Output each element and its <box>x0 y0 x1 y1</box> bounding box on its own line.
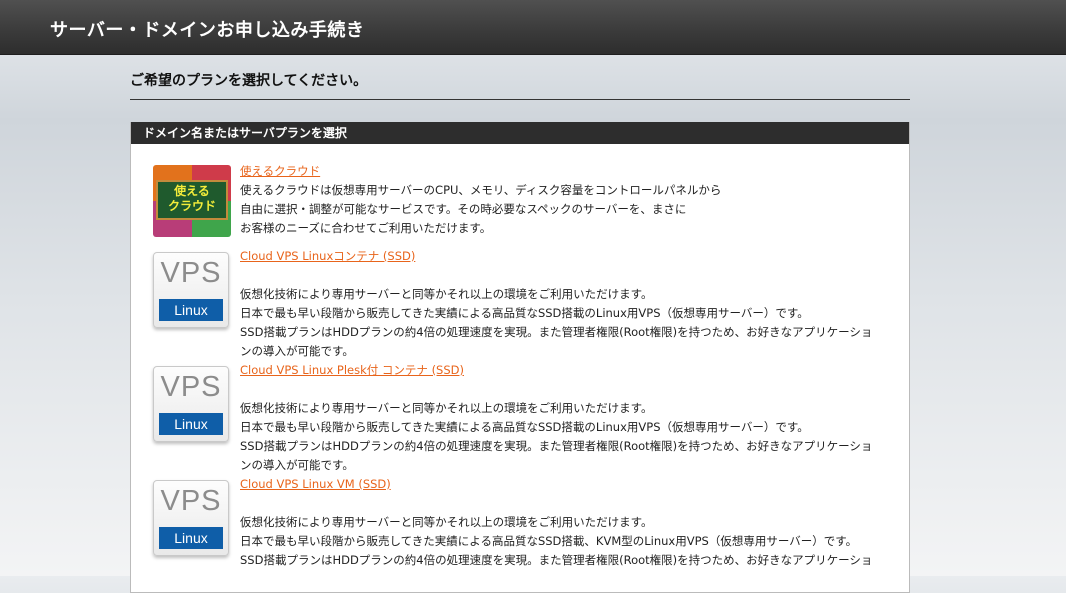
main-content: ご希望のプランを選択してください。 ドメイン名またはサーバプランを選択 使える … <box>130 54 910 593</box>
tsukaeru-cloud-logo-icon[interactable]: 使える クラウド <box>153 165 231 237</box>
plan-item-vps-linux-container: VPS Linux Cloud VPS Linuxコンテナ (SSD) 仮想化技… <box>131 247 909 361</box>
plan-description-line: 自由に選択・調整が可能なサービスです。その時必要なスペックのサーバーを、まさに <box>240 202 687 216</box>
plan-link-vps-linux-plesk[interactable]: Cloud VPS Linux Plesk付 コンテナ (SSD) <box>240 363 464 377</box>
plan-description-line: SSD搭載プランはHDDプランの約4倍の処理速度を実現。また管理者権限(Root… <box>240 325 873 339</box>
vps-linux-icon[interactable]: VPS Linux <box>153 366 229 442</box>
plan-description-line: 日本で最も早い段階から販売してきた実績による高品質なSSD搭載、KVM型のLin… <box>240 534 858 548</box>
plan-description-line: 仮想化技術により専用サーバーと同等かそれ以上の環境をご利用いただけます。 <box>240 287 653 301</box>
plan-description-line: 日本で最も早い段階から販売してきた実績による高品質なSSD搭載のLinux用VP… <box>240 420 809 434</box>
plan-description-line: SSD搭載プランはHDDプランの約4倍の処理速度を実現。また管理者権限(Root… <box>240 439 873 453</box>
vps-linux-icon[interactable]: VPS Linux <box>153 252 229 328</box>
plan-description-line: SSD搭載プランはHDDプランの約4倍の処理速度を実現。また管理者権限(Root… <box>240 553 873 567</box>
header-title: サーバー・ドメインお申し込み手続き <box>50 20 365 41</box>
page-heading: ご希望のプランを選択してください。 <box>130 70 910 100</box>
panel-title: ドメイン名またはサーバプランを選択 <box>131 122 909 144</box>
plan-item-vps-linux-vm: VPS Linux Cloud VPS Linux VM (SSD) 仮想化技術… <box>131 475 909 570</box>
plan-item-tsukaeru-cloud: 使える クラウド 使えるクラウド 使えるクラウドは仮想専用サーバーのCPU、メモ… <box>131 162 909 238</box>
page-header: サーバー・ドメインお申し込み手続き <box>0 0 1066 55</box>
plan-description-line: 使えるクラウドは仮想専用サーバーのCPU、メモリ、ディスク容量をコントロールパネ… <box>240 183 722 197</box>
plan-link-tsukaeru-cloud[interactable]: 使えるクラウド <box>240 164 320 178</box>
plan-description-line: ンの導入が可能です。 <box>240 458 354 472</box>
plan-description-line: お客様のニーズに合わせてご利用いただけます。 <box>240 221 492 235</box>
plan-item-vps-linux-plesk: VPS Linux Cloud VPS Linux Plesk付 コンテナ (S… <box>131 361 909 475</box>
plan-description-line: 日本で最も早い段階から販売してきた実績による高品質なSSD搭載のLinux用VP… <box>240 306 809 320</box>
plan-description-line: ンの導入が可能です。 <box>240 344 354 358</box>
plan-link-vps-linux-vm[interactable]: Cloud VPS Linux VM (SSD) <box>240 477 391 491</box>
plan-selection-panel: ドメイン名またはサーバプランを選択 使える クラウド 使えるクラウド 使えるクラ… <box>130 122 910 593</box>
plan-description-line: 仮想化技術により専用サーバーと同等かそれ以上の環境をご利用いただけます。 <box>240 401 653 415</box>
plan-link-vps-linux-container[interactable]: Cloud VPS Linuxコンテナ (SSD) <box>240 249 415 263</box>
plan-description-line: 仮想化技術により専用サーバーと同等かそれ以上の環境をご利用いただけます。 <box>240 515 653 529</box>
vps-linux-icon[interactable]: VPS Linux <box>153 480 229 556</box>
